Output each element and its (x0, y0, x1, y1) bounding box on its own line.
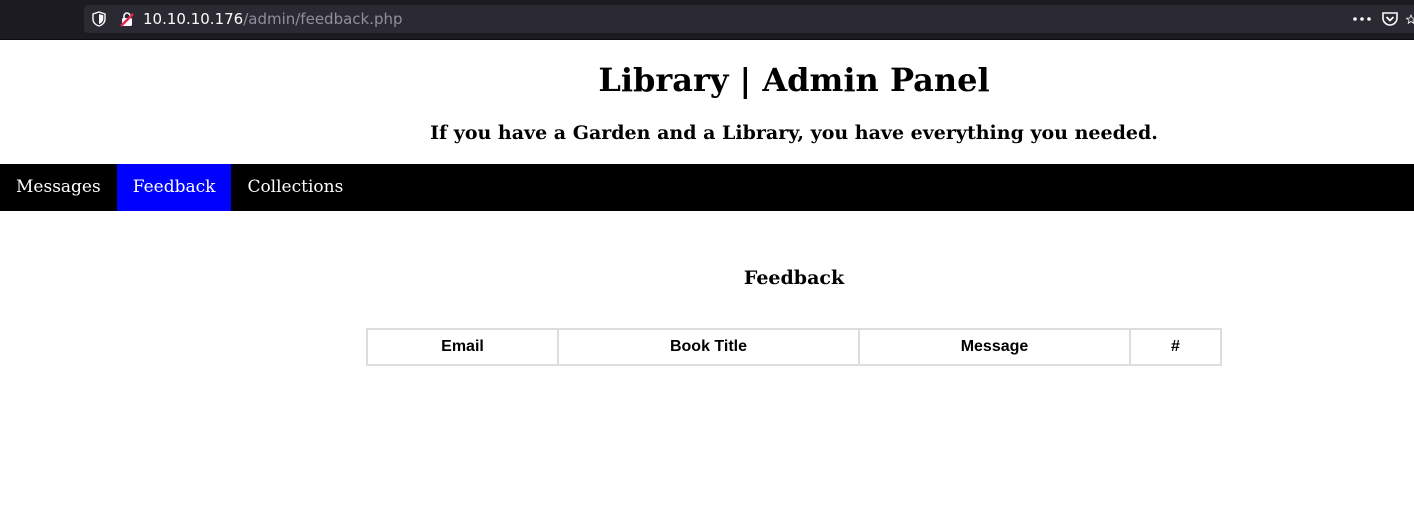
more-dots-icon[interactable] (1352, 12, 1372, 26)
pocket-icon[interactable] (1381, 11, 1399, 27)
column-header-number: # (1129, 328, 1222, 366)
browser-toolbar: 10.10.10.176/admin/feedback.php (0, 0, 1414, 40)
shield-icon[interactable] (92, 11, 106, 27)
page-title: Library | Admin Panel (598, 61, 990, 99)
bookmark-star-icon[interactable] (1406, 10, 1414, 28)
feedback-table: Email Book Title Message # (366, 328, 1222, 366)
section-title: Feedback (743, 267, 845, 289)
column-header-message: Message (858, 328, 1131, 366)
main-nav: Messages Feedback Collections (0, 164, 1414, 211)
url-path: /admin/feedback.php (243, 10, 403, 28)
table-header-row: Email Book Title Message # (366, 328, 1222, 366)
nav-item-collections[interactable]: Collections (231, 164, 359, 211)
nav-item-feedback[interactable]: Feedback (116, 164, 232, 211)
url-text[interactable]: 10.10.10.176/admin/feedback.php (143, 9, 403, 29)
page-tagline: If you have a Garden and a Library, you … (430, 122, 1158, 144)
insecure-lock-icon[interactable] (120, 11, 134, 27)
column-header-book-title: Book Title (557, 328, 860, 366)
url-host: 10.10.10.176 (143, 10, 244, 28)
nav-item-messages[interactable]: Messages (0, 164, 117, 211)
column-header-email: Email (366, 328, 559, 366)
